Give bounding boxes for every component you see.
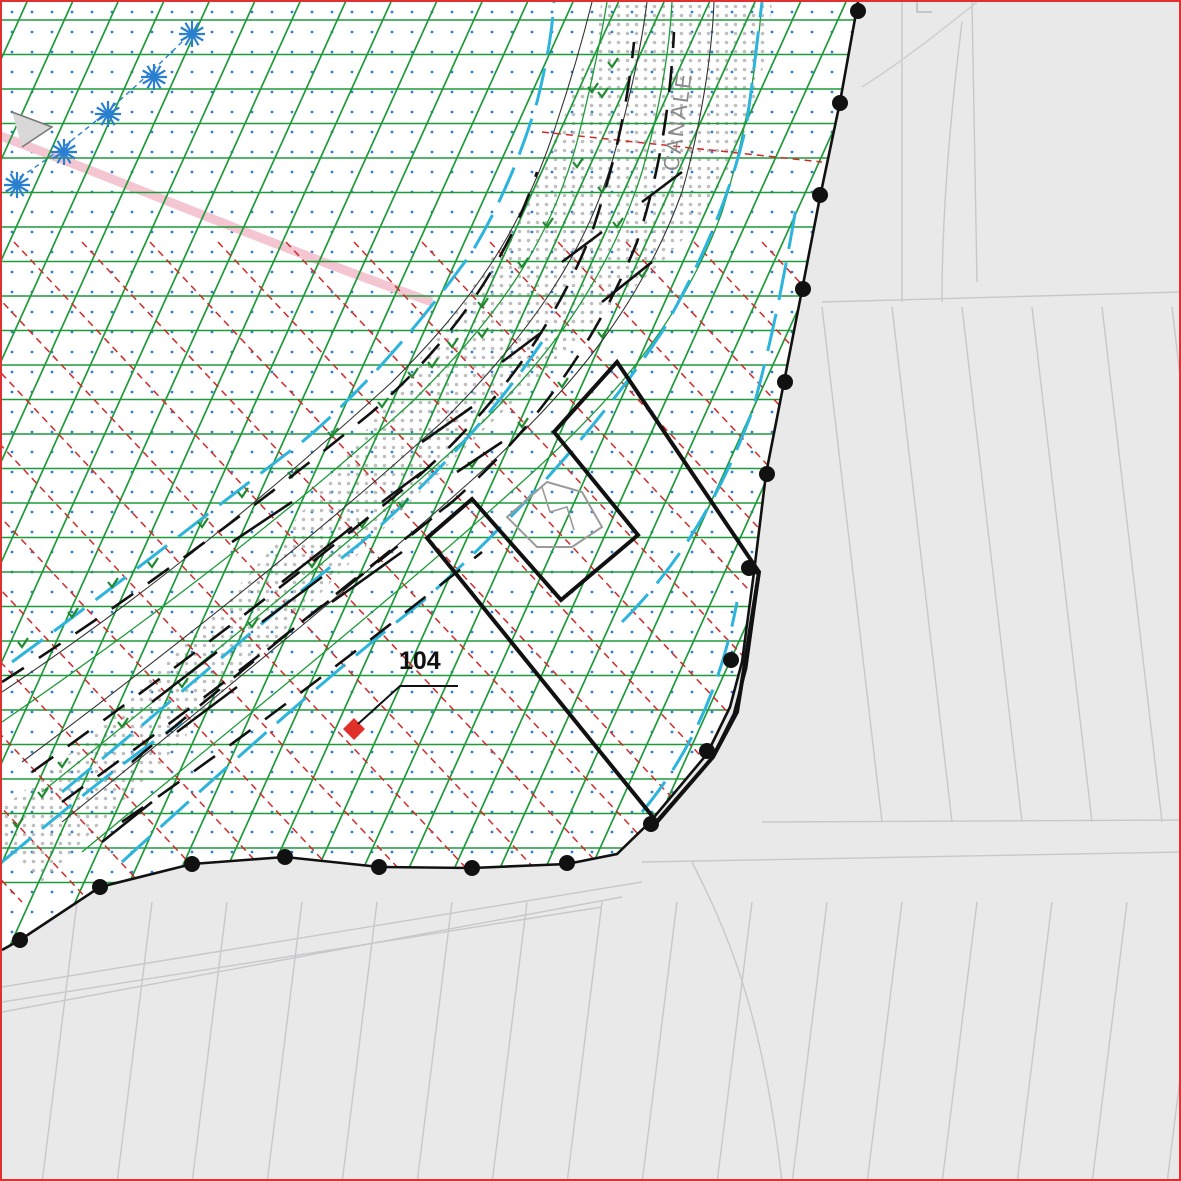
black-dot-icon: [723, 652, 739, 668]
black-dot-icon: [92, 879, 108, 895]
black-dot-icon: [777, 374, 793, 390]
black-dot-icon: [759, 466, 775, 482]
black-dot-icon: [812, 187, 828, 203]
cadastral-map: 104 CANALE: [2, 2, 1179, 1179]
black-dot-icon: [559, 855, 575, 871]
black-dot-icon: [832, 95, 848, 111]
parcel-number-label: 104: [399, 647, 441, 675]
black-dot-icon: [184, 856, 200, 872]
black-dot-icon: [464, 860, 480, 876]
black-dot-icon: [371, 859, 387, 875]
black-dot-icon: [850, 3, 866, 19]
black-dot-icon: [277, 849, 293, 865]
black-dot-icon: [12, 932, 28, 948]
map-frame: 104 CANALE: [0, 0, 1181, 1181]
black-dot-icon: [795, 281, 811, 297]
